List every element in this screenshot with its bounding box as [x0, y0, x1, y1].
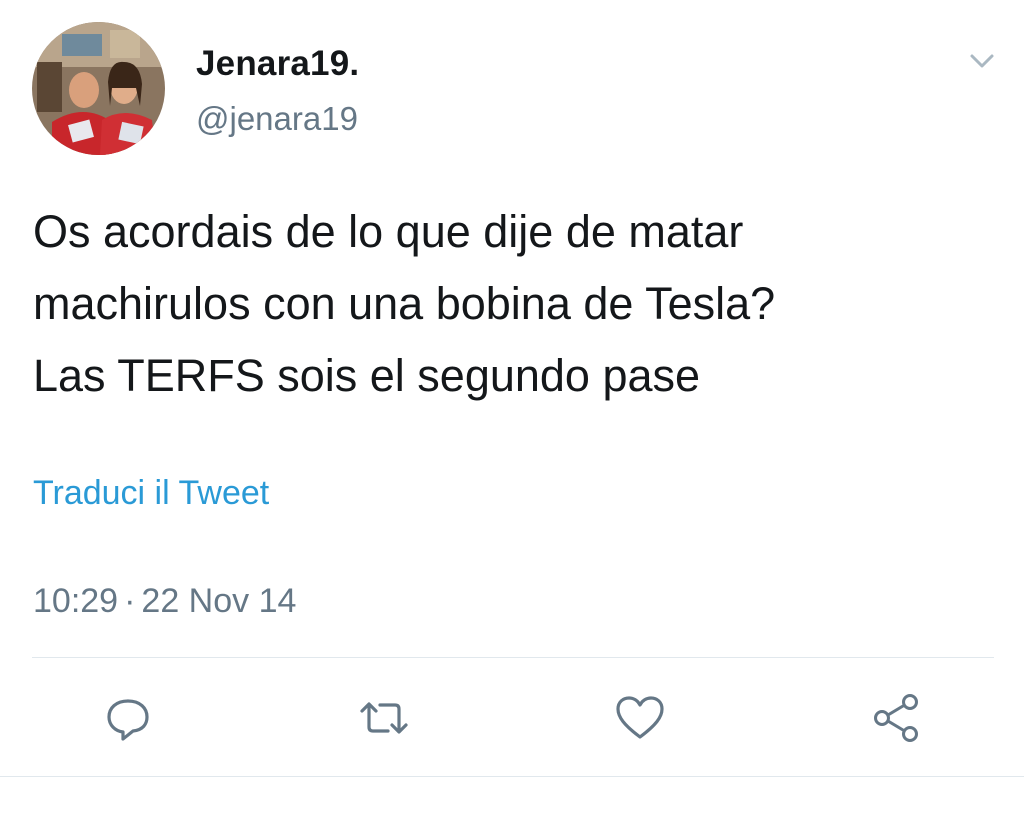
divider — [0, 776, 1024, 777]
timestamp-separator: · — [124, 582, 136, 620]
divider — [32, 657, 994, 658]
share-icon — [874, 694, 918, 742]
avatar[interactable] — [32, 22, 165, 155]
tweet-text-line: machirulos con una bobina de Tesla? — [33, 278, 776, 329]
chevron-down-icon[interactable] — [962, 46, 1002, 76]
tweet-text: Os acordais de lo que dije de matar mach… — [33, 196, 993, 412]
timestamp[interactable]: 10:29 · 22 Nov 14 — [33, 582, 296, 621]
reply-button[interactable] — [100, 690, 156, 746]
like-button[interactable] — [612, 690, 668, 746]
avatar-photo — [32, 22, 165, 155]
tweet-text-line: Las TERFS sois el segundo pase — [33, 350, 701, 401]
translate-tweet-link[interactable]: Traduci il Tweet — [33, 474, 269, 513]
user-handle[interactable]: @jenara19 — [196, 100, 358, 138]
heart-icon — [616, 696, 664, 739]
retweet-icon — [360, 702, 408, 734]
tweet-card: Jenara19. @jenara19 Os acordais de lo qu… — [0, 0, 1024, 832]
tweet-text-line: Os acordais de lo que dije de matar — [33, 206, 744, 257]
action-bar — [0, 690, 1024, 746]
tweet-date: 22 Nov 14 — [141, 582, 297, 620]
share-button[interactable] — [868, 690, 924, 746]
reply-icon — [107, 699, 149, 741]
retweet-button[interactable] — [356, 690, 412, 746]
display-name[interactable]: Jenara19. — [196, 44, 359, 84]
tweet-time: 10:29 — [33, 582, 119, 620]
